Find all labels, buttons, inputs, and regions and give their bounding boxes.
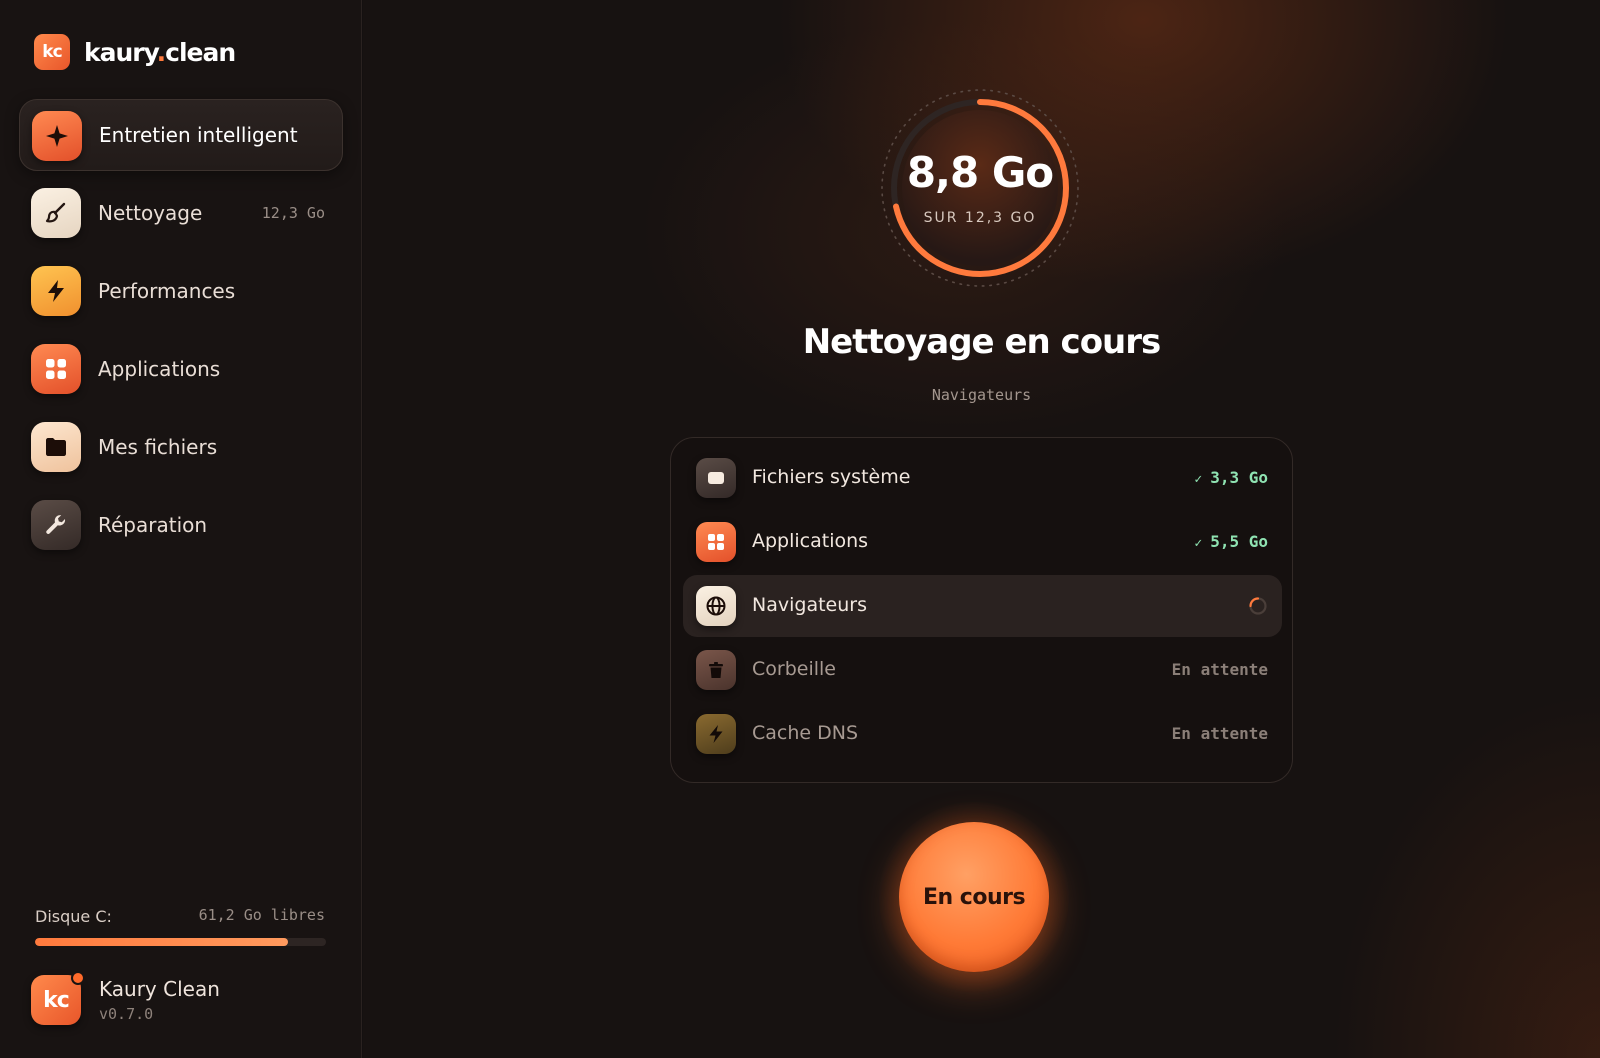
sidebar-item-entretien-intelligent[interactable]: Entretien intelligent <box>19 99 343 171</box>
task-label: Navigateurs <box>752 594 867 616</box>
brush-icon <box>31 188 81 238</box>
sidebar-item-label: Applications <box>98 357 221 381</box>
sparkle-icon <box>32 111 82 161</box>
sidebar-item-meta: 12,3 Go <box>261 204 325 222</box>
notification-dot <box>71 971 85 985</box>
task-applications: Applications ✓ 5,5 Go <box>683 511 1282 573</box>
task-fichiers-systeme: Fichiers système ✓ 3,3 Go <box>683 447 1282 509</box>
sidebar-item-applications[interactable]: Applications <box>19 333 343 405</box>
brand-logo: kc <box>34 34 70 70</box>
loading-spinner-icon <box>1249 597 1267 615</box>
task-list: Fichiers système ✓ 3,3 Go Applications ✓ 5… <box>670 437 1293 783</box>
task-status: En attente <box>1171 660 1268 679</box>
check-icon: ✓ <box>1194 536 1203 551</box>
sidebar-item-label: Nettoyage <box>98 201 203 225</box>
task-status: ✓ 3,3 Go <box>1194 468 1268 487</box>
sidebar-item-label: Mes fichiers <box>98 435 218 459</box>
folder-icon <box>31 422 81 472</box>
user-profile[interactable]: kc Kaury Clean v0.7.0 <box>31 971 331 1025</box>
globe-icon <box>696 586 736 626</box>
sidebar-item-label: Entretien intelligent <box>99 123 298 147</box>
task-label: Corbeille <box>752 658 836 680</box>
trash-icon <box>696 650 736 690</box>
disk-free-space: 61,2 Go libres <box>198 906 325 924</box>
cleaning-status-button[interactable]: En cours <box>899 822 1049 972</box>
sidebar-item-label: Réparation <box>98 513 208 537</box>
sidebar-item-mes-fichiers[interactable]: Mes fichiers <box>19 411 343 483</box>
sidebar: kc kaury.clean Entretien intelligent Net… <box>0 0 362 1058</box>
disk-label: Disque C: <box>35 907 112 926</box>
brand-name: kaury.clean <box>84 37 236 67</box>
lightning-icon <box>31 266 81 316</box>
current-step: Navigateurs <box>931 386 1032 404</box>
sidebar-item-reparation[interactable]: Réparation <box>19 489 343 561</box>
apps-grid-icon <box>696 522 736 562</box>
task-corbeille: Corbeille En attente <box>683 639 1282 701</box>
apps-grid-icon <box>31 344 81 394</box>
sidebar-item-nettoyage[interactable]: Nettoyage 12,3 Go <box>19 177 343 249</box>
window-icon <box>696 458 736 498</box>
task-status: En attente <box>1171 724 1268 743</box>
cleaned-amount: 8,8 Go <box>906 148 1054 197</box>
page-title: Nettoyage en cours <box>802 322 1162 362</box>
task-navigateurs: Navigateurs <box>683 575 1282 637</box>
main-panel: 8,8 Go SUR 12,3 GO Nettoyage en cours Na… <box>363 0 1600 1058</box>
disk-usage-bar <box>35 938 326 946</box>
total-amount: SUR 12,3 GO <box>923 210 1037 226</box>
task-label: Fichiers système <box>752 466 911 488</box>
task-cache-dns: Cache DNS En attente <box>683 703 1282 765</box>
sidebar-item-performances[interactable]: Performances <box>19 255 343 327</box>
wrench-icon <box>31 500 81 550</box>
app-version: v0.7.0 <box>99 1005 154 1023</box>
check-icon: ✓ <box>1194 472 1203 487</box>
brand[interactable]: kc kaury.clean <box>34 34 236 70</box>
sidebar-item-label: Performances <box>98 279 236 303</box>
user-name: Kaury Clean <box>99 977 220 1001</box>
task-label: Cache DNS <box>752 722 859 744</box>
disk-usage-fill <box>35 938 289 946</box>
lightning-icon <box>696 714 736 754</box>
task-status: ✓ 5,5 Go <box>1194 532 1268 551</box>
task-label: Applications <box>752 530 869 552</box>
progress-ring: 8,8 Go SUR 12,3 GO <box>880 88 1080 288</box>
